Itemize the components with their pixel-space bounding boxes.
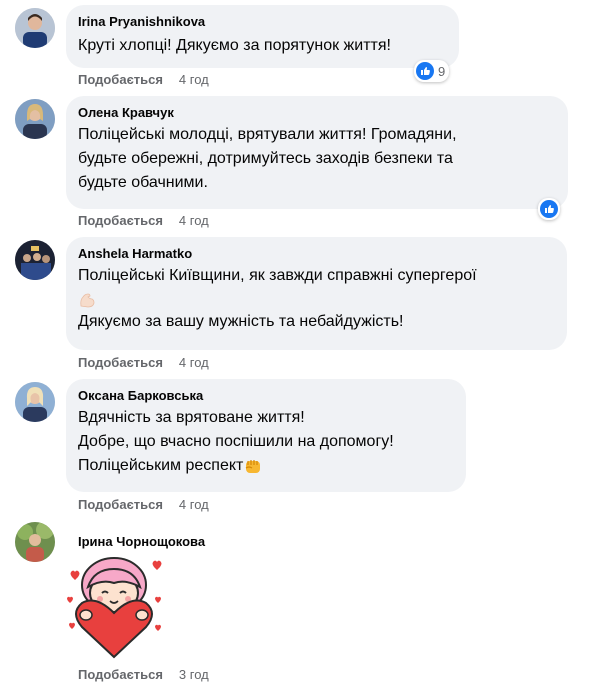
reaction-count: 9 [438,63,446,79]
comment-bubble: Anshela Harmatko Поліцейські Київщини, я… [66,237,567,350]
reaction-summary[interactable]: 9 [414,60,450,82]
comment-timestamp[interactable]: 4 год [179,355,209,370]
comment-author[interactable]: Оксана Барковська [78,387,454,404]
comment-author[interactable]: Anshela Harmatko [78,245,555,262]
comment-text-line: Поліцейські Київщини, як завжди справжні… [78,267,477,284]
comment-text-line: Добре, що вчасно поспішили на допомогу! [78,433,394,450]
avatar[interactable] [15,99,55,139]
avatar[interactable] [15,522,55,562]
comment-text-line-with-emoji: Поліцейським респект [78,454,454,478]
comment-actions: Подобається 4 год [78,213,209,229]
comment-actions: Подобається 4 год [78,497,209,513]
like-button[interactable]: Подобається [78,213,163,228]
avatar[interactable] [15,8,55,48]
comment-actions: Подобається 4 год [78,355,209,371]
like-reaction-icon [416,62,434,80]
comment-text-line: Поліцейські молодці, врятували життя! Гр… [78,126,457,143]
comment-text: Круті хлопці! Дякуємо за порятунок життя… [78,37,391,54]
avatar[interactable] [15,382,55,422]
comment-text-line: будьте обережні, дотримуйтесь заходів бе… [78,150,453,167]
comment-author[interactable]: Ірина Чорнощокова [78,533,205,550]
like-reaction-icon [540,200,558,218]
comment-timestamp[interactable]: 4 год [179,213,209,228]
like-button[interactable]: Подобається [78,667,163,682]
comment-author[interactable]: Irina Pryanishnikova [78,13,447,30]
comment-timestamp[interactable]: 4 год [179,497,209,512]
comment-timestamp[interactable]: 4 год [179,72,209,87]
comment-text-line: Вдячність за врятоване життя! [78,409,305,426]
like-button[interactable]: Подобається [78,72,163,87]
comment-bubble: Irina Pryanishnikova Круті хлопці! Дякує… [66,5,459,68]
comment-actions: Подобається 3 год [78,667,209,683]
comment-text-line: будьте обачними. [78,174,208,191]
like-button[interactable]: Подобається [78,355,163,370]
comment-bubble: Оксана Барковська Вдячність за врятоване… [66,379,466,492]
flexed-biceps-emoji [80,293,95,308]
comment-actions: Подобається 4 год [78,72,209,88]
girl-hugging-heart-sticker[interactable] [64,557,164,661]
comment-author[interactable]: Олена Кравчук [78,104,556,121]
comment-text: Поліцейським респект [78,457,244,474]
comment-text-line: Дякуємо за вашу мужність та небайдужість… [78,313,404,330]
comment-emoji-line [78,288,555,310]
like-button[interactable]: Подобається [78,497,163,512]
reaction-summary[interactable] [538,198,560,220]
comment-bubble: Олена Кравчук Поліцейські молодці, вряту… [66,96,568,209]
comment-timestamp[interactable]: 3 год [179,667,209,682]
fist-emoji [246,459,261,473]
avatar[interactable] [15,240,55,280]
